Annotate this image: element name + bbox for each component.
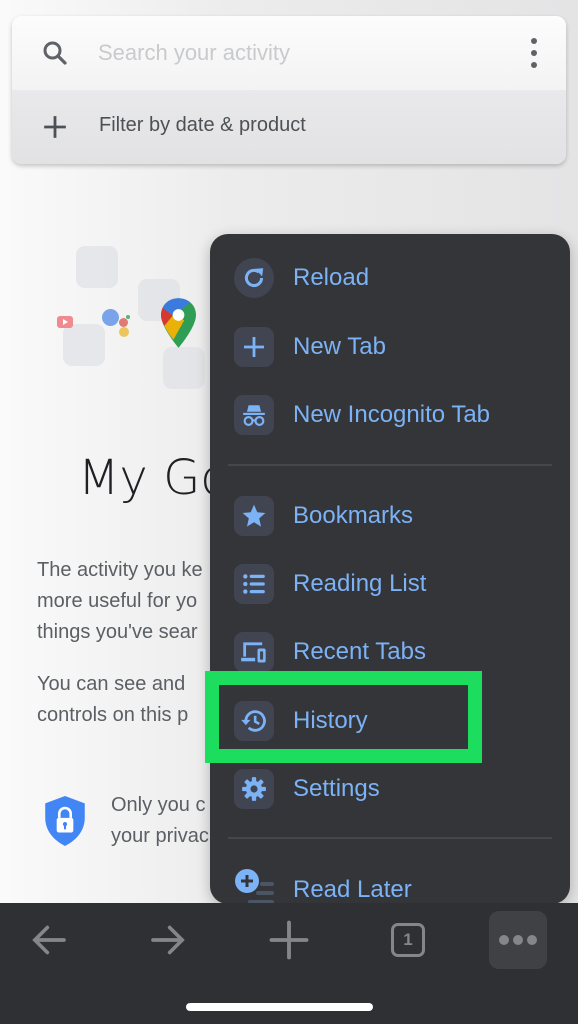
- menu-item-reading-list[interactable]: Reading List: [210, 554, 570, 614]
- text-line: Only you c: [111, 794, 206, 816]
- text-line: your privac: [111, 825, 209, 847]
- menu-item-settings[interactable]: Settings: [210, 759, 570, 819]
- text-line: more useful for yo: [37, 590, 198, 612]
- page-title: My Go: [78, 450, 230, 506]
- back-button[interactable]: [20, 911, 78, 969]
- list-icon: [234, 564, 274, 604]
- menu-label: Reload: [293, 264, 370, 291]
- star-icon: [234, 496, 274, 536]
- menu-item-bookmarks[interactable]: Bookmarks: [210, 486, 570, 546]
- text-line: The activity you ke: [37, 559, 203, 581]
- illustration-tile: [63, 324, 105, 366]
- menu-label: Read Later: [293, 876, 412, 903]
- menu-item-new-incognito-tab[interactable]: New Incognito Tab: [210, 385, 570, 445]
- forward-button[interactable]: [139, 911, 197, 969]
- overflow-menu: Reload New Tab New Incognito Tab Bookmar…: [210, 234, 570, 904]
- read-later-icon: [234, 868, 276, 904]
- menu-item-read-later[interactable]: Read Later: [210, 860, 570, 904]
- menu-label: Settings: [293, 775, 380, 802]
- privacy-text: Only you c your privac: [111, 790, 209, 852]
- text-line: things you've sear: [37, 621, 198, 643]
- more-options-icon[interactable]: [528, 38, 540, 68]
- menu-label: Recent Tabs: [293, 638, 426, 665]
- history-icon: [234, 701, 274, 741]
- text-line: You can see and: [37, 673, 186, 695]
- menu-item-reload[interactable]: Reload: [210, 248, 570, 308]
- incognito-icon: [234, 395, 274, 435]
- plus-icon: [44, 116, 66, 138]
- back-arrow-icon: [32, 925, 66, 955]
- filter-label: Filter by date & product: [99, 114, 306, 136]
- plus-icon: [234, 327, 274, 367]
- menu-label: History: [293, 707, 368, 734]
- more-menu-button[interactable]: [489, 911, 547, 969]
- search-input[interactable]: [98, 34, 478, 72]
- menu-divider: [228, 464, 552, 466]
- menu-label: Bookmarks: [293, 502, 414, 529]
- search-card: Filter by date & product: [12, 16, 566, 164]
- menu-label: New Tab: [293, 333, 386, 360]
- tab-count: 1: [391, 923, 425, 957]
- gear-icon: [234, 769, 274, 809]
- maps-icon: [161, 298, 196, 348]
- shield-lock-icon: [45, 796, 85, 846]
- search-row: [12, 16, 566, 90]
- reload-icon: [234, 258, 274, 298]
- menu-divider: [228, 837, 552, 839]
- menu-label: New Incognito Tab: [293, 401, 491, 428]
- devices-icon: [234, 632, 274, 672]
- menu-item-new-tab[interactable]: New Tab: [210, 317, 570, 377]
- new-tab-button[interactable]: [260, 911, 318, 969]
- youtube-icon: [57, 316, 73, 328]
- illustration-tile: [76, 246, 118, 288]
- ellipsis-icon: [499, 935, 537, 945]
- home-indicator[interactable]: [186, 1003, 373, 1011]
- menu-label: Reading List: [293, 570, 427, 597]
- forward-arrow-icon: [151, 925, 185, 955]
- text-line: controls on this p: [37, 704, 189, 726]
- illustration-tile: [163, 347, 205, 389]
- search-icon[interactable]: [40, 38, 70, 68]
- filter-button[interactable]: Filter by date & product: [12, 90, 566, 164]
- plus-icon: [269, 920, 309, 960]
- intro-paragraph: The activity you ke more useful for yo t…: [37, 555, 203, 648]
- tab-switcher-button[interactable]: 1: [379, 911, 437, 969]
- menu-item-history[interactable]: History: [210, 691, 570, 751]
- controls-paragraph: You can see and controls on this p: [37, 669, 188, 731]
- menu-item-recent-tabs[interactable]: Recent Tabs: [210, 622, 570, 682]
